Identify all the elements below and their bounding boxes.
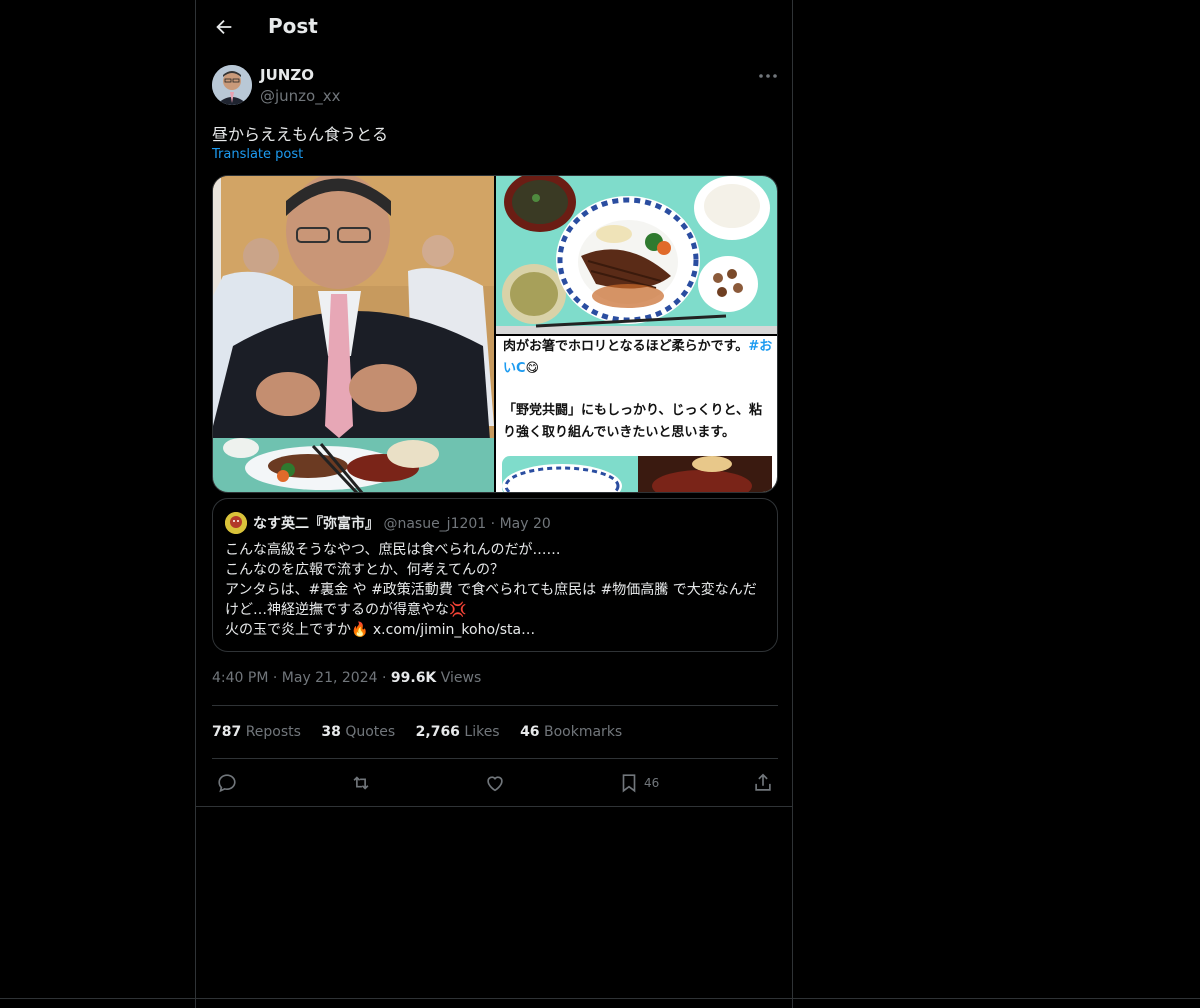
divider — [212, 705, 778, 706]
like-icon — [487, 776, 503, 792]
author-name[interactable]: JUNZO — [260, 66, 314, 84]
post-media-grid[interactable]: 肉がお箸でホロリとなるほど柔らかです。#おいC😋 「野党共闘」にもしっかり、じっ… — [212, 175, 778, 493]
author-handle[interactable]: @junzo_xx — [260, 87, 341, 105]
quoted-author-name[interactable]: なす英二『弥富市』 — [253, 516, 379, 532]
media-screenshot-food-strip — [502, 456, 772, 492]
reposts-stat[interactable]: 787 Reposts — [212, 724, 301, 740]
media-caption-line1: 肉がお箸でホロリとなるほど柔らかです。 — [503, 339, 749, 354]
reply-button[interactable] — [216, 770, 238, 796]
media-caption-line2: 「野党共闘」にもしっかり、じっくりと、粘り強く取り組んでいきたいと思います。 — [503, 403, 762, 440]
quoted-line: こんなのを広報で流すとか、何考えてんの？ — [225, 562, 505, 578]
likes-stat[interactable]: 2,766 Likes — [416, 724, 500, 740]
quoted-line: こんな高級そうなやつ、庶民は食べられんのだが…… — [225, 542, 561, 558]
media-photo-steak-tray[interactable] — [496, 176, 778, 334]
quoted-avatar[interactable] — [225, 512, 247, 534]
post-timestamp: 4:40 PM · May 21, 2024 · 99.6K Views — [212, 670, 482, 686]
repost-button[interactable] — [350, 770, 372, 796]
divider — [212, 758, 778, 759]
quoted-line: 火の玉で炎上ですか🔥 x.com/jimin_koho/sta… — [225, 622, 536, 638]
page-title: Post — [268, 14, 318, 38]
avatar[interactable] — [212, 65, 252, 105]
divider — [196, 806, 792, 807]
quoted-separator: · — [490, 516, 496, 532]
footer-divider — [0, 998, 1200, 999]
quoted-line: アンタらは、#裏金 や #政策活動費 で食べられても庶民は #物価高騰 で大変な… — [225, 582, 757, 618]
quoted-author-handle[interactable]: @nasue_j1201 — [383, 516, 486, 532]
media-photo-man-eating[interactable] — [213, 176, 494, 493]
header: Post — [196, 0, 792, 54]
reply-icon — [218, 774, 236, 793]
translate-post-link[interactable]: Translate post — [212, 147, 303, 162]
share-icon — [755, 773, 771, 791]
media-screenshot-caption[interactable]: 肉がお箸でホロリとなるほど柔らかです。#おいC😋 「野党共闘」にもしっかり、じっ… — [496, 336, 777, 492]
bookmark-icon — [622, 774, 636, 793]
bookmark-button[interactable]: 46 — [618, 770, 659, 796]
bookmark-count: 46 — [644, 776, 660, 790]
views-label: Views — [440, 670, 482, 686]
post-time[interactable]: 4:40 PM — [212, 670, 268, 686]
bookmarks-stat[interactable]: 46 Bookmarks — [520, 724, 622, 740]
quoted-date: May 20 — [499, 516, 551, 532]
quoted-post[interactable]: なす英二『弥富市』 @nasue_j1201 · May 20 こんな高級そうな… — [212, 498, 778, 652]
repost-icon — [353, 776, 369, 790]
quotes-stat[interactable]: 38 Quotes — [321, 724, 395, 740]
post-text: 昼からええもん食うとる — [212, 125, 389, 144]
views-count: 99.6K — [390, 670, 437, 686]
engagement-stats: 787 Reposts 38 Quotes 2,766 Likes 46 Boo… — [212, 724, 638, 740]
smile-emoji-icon: 😋 — [525, 361, 540, 376]
back-arrow-icon[interactable] — [213, 16, 235, 38]
quoted-text: こんな高級そうなやつ、庶民は食べられんのだが…… こんなのを広報で流すとか、何考… — [225, 540, 765, 640]
action-bar: 46 — [196, 770, 792, 798]
share-button[interactable] — [752, 770, 774, 796]
post-column: Post JUNZO @junzo_xx 昼からええもん食うとる Transla… — [195, 0, 793, 1008]
like-button[interactable] — [484, 770, 506, 796]
more-icon[interactable] — [756, 66, 780, 86]
post-date[interactable]: May 21, 2024 — [282, 670, 378, 686]
